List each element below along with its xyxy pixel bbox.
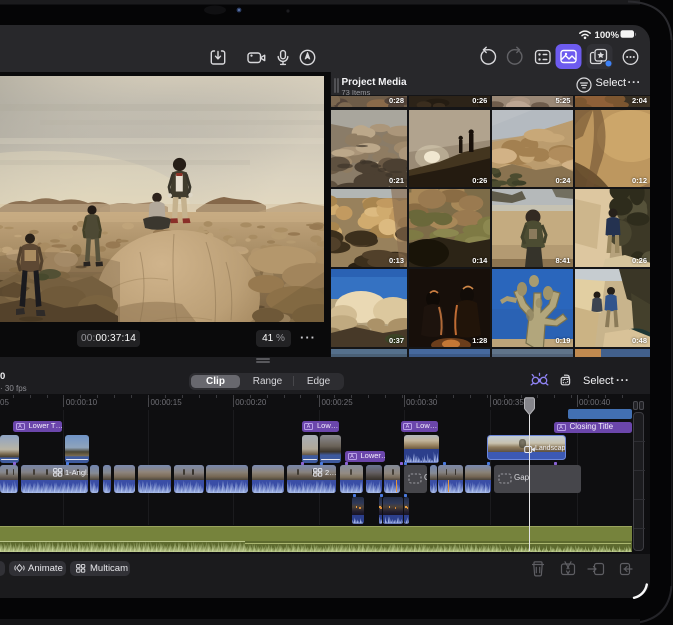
svg-text:100%: 100% — [595, 30, 620, 41]
